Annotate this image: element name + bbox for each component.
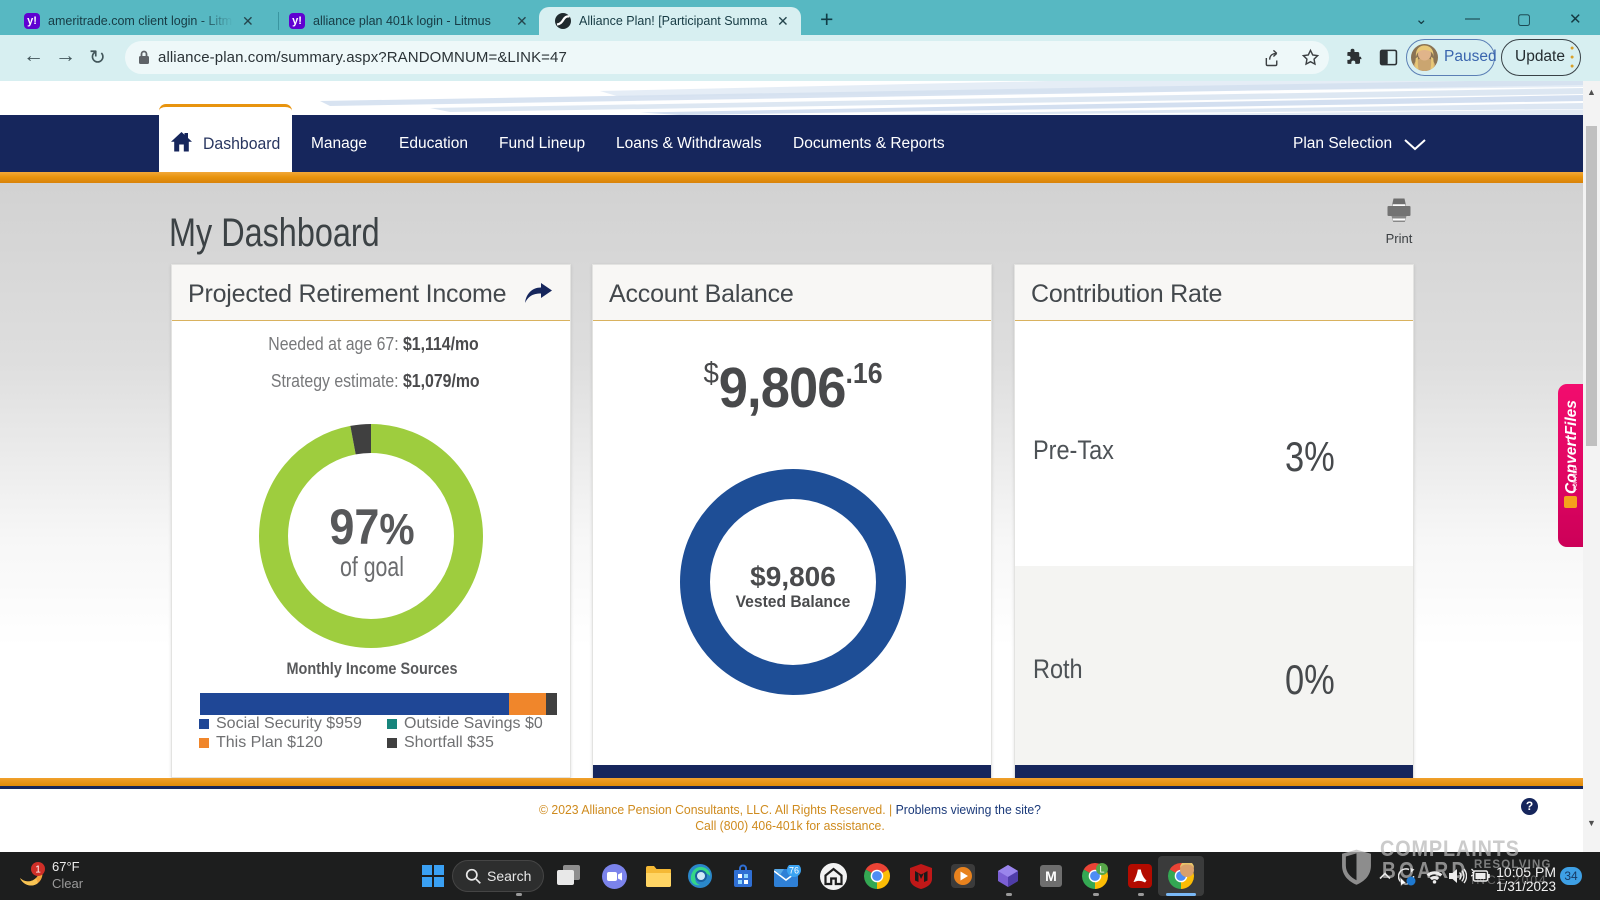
svg-text:1: 1 [35,865,41,876]
svg-text:76: 76 [789,866,799,876]
svg-text:L: L [1099,865,1104,875]
